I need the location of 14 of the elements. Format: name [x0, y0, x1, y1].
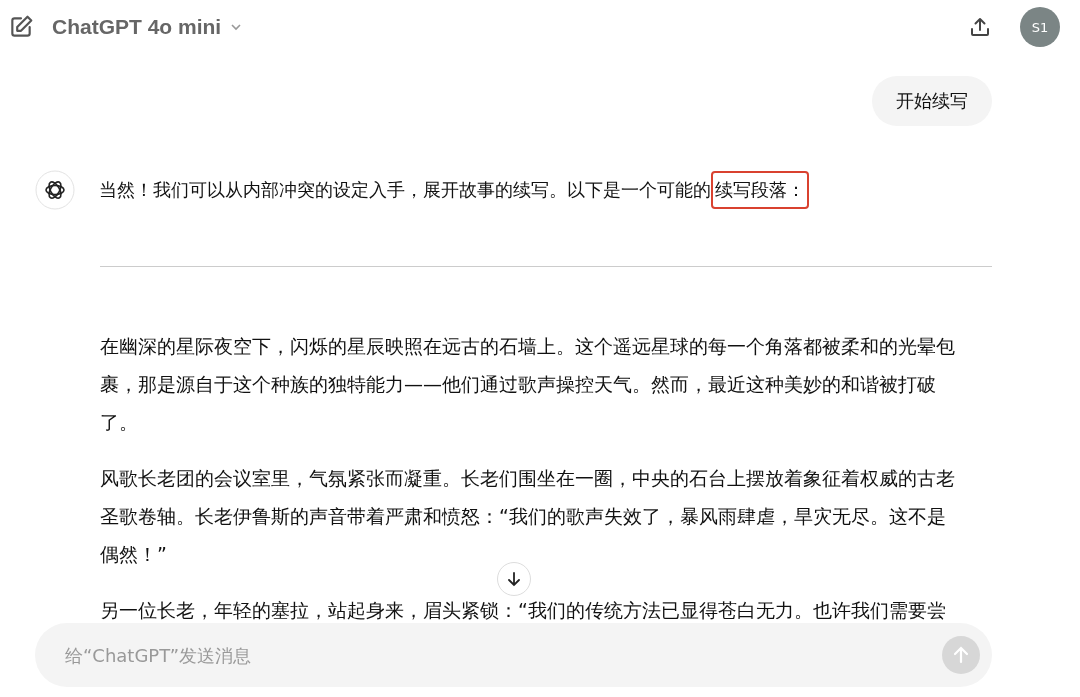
message-composer[interactable]: 给“ChatGPT”发送消息: [35, 623, 992, 687]
story-paragraph: 在幽深的星际夜空下，闪烁的星辰映照在远古的石墙上。这个遥远星球的每一个角落都被柔和的光晕包裹，那是源自于这个种族的独特能力——他们通过歌声操控天气。然而，最近这种美妙的和谐被打破了。: [100, 334, 956, 435]
assistant-message: 当然！我们可以从内部冲突的设定入手，展开故事的续写。以下是一个可能的 续写段落：: [99, 170, 809, 210]
story-paragraph: 风歌长老团的会议室里，气氛紧张而凝重。长老们围坐在一圈，中央的石台上摆放着象征着权威的古老圣歌卷轴。长老伊鲁斯的声音带着严肃和愤怒：“我们的歌声失效了，暴风雨肆虐，旱灾无尽。这不是偶然！”: [100, 466, 956, 567]
story-paragraph: 另一位长老，年轻的塞拉，站起身来，眉头紧锁：“我们的传统方法已显得苍白无力。也许我们需要尝: [100, 598, 947, 623]
assistant-logo-icon: [35, 170, 75, 210]
scroll-down-button[interactable]: [497, 562, 531, 596]
user-message: 开始续写: [872, 76, 992, 126]
model-selector[interactable]: ChatGPT 4o mini: [52, 15, 244, 39]
new-chat-icon[interactable]: [8, 14, 34, 40]
share-icon[interactable]: [968, 15, 992, 39]
message-input-field[interactable]: 给“ChatGPT”发送消息: [63, 634, 942, 676]
user-avatar[interactable]: S1: [1020, 7, 1060, 47]
arrow-down-icon: [505, 570, 523, 588]
